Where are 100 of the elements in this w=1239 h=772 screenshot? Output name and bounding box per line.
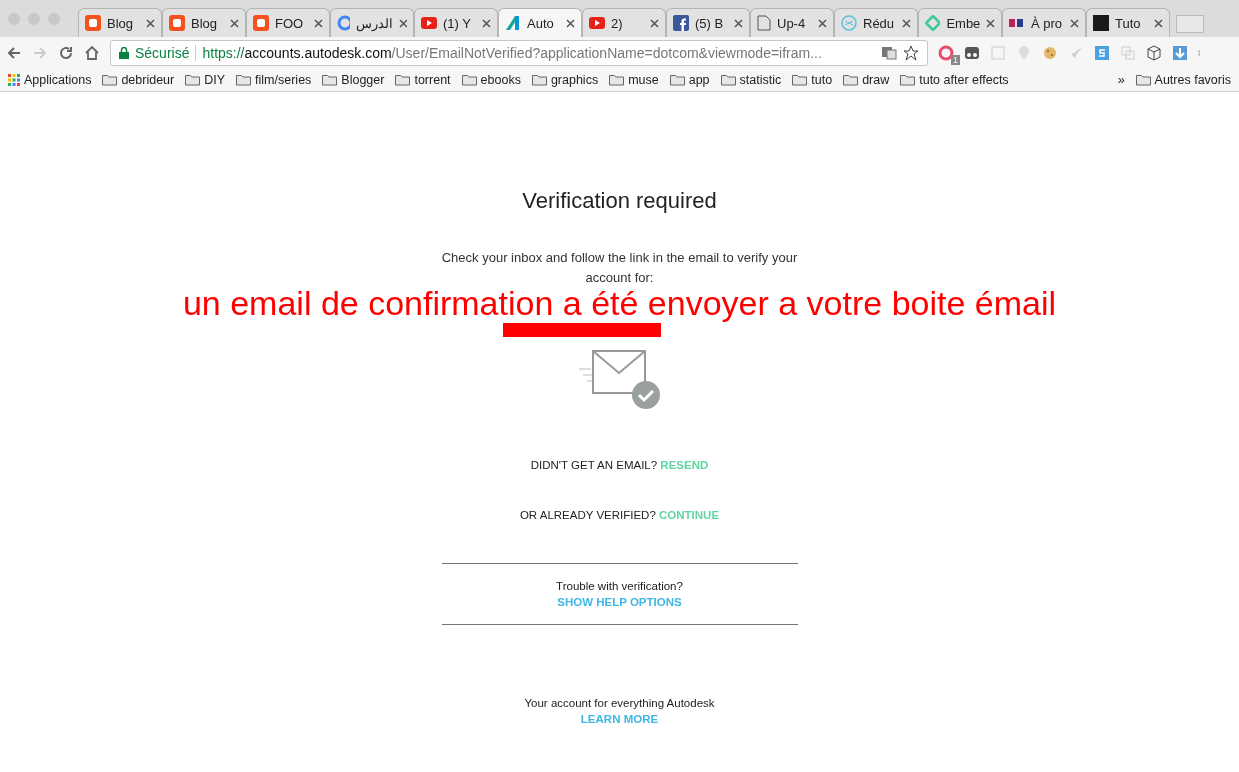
browser-tab[interactable]: À pro [1002,8,1086,37]
s-square-icon[interactable] [1094,45,1110,61]
lock-icon [119,47,129,59]
browser-tab[interactable]: (1) Y [414,8,498,37]
close-icon[interactable] [734,18,743,28]
close-icon[interactable] [650,18,659,28]
folder-icon [1135,74,1151,86]
resend-prompt: DIDN'T GET AN EMAIL? [530,459,658,471]
envelope-check-icon [578,349,661,411]
browser-tab[interactable]: Rédu [834,8,918,37]
folder-icon [900,74,916,86]
page-title: Verification required [522,188,717,214]
close-icon[interactable] [399,18,407,28]
blogger-icon [85,15,101,31]
tab-title: 2) [611,15,624,31]
bookmark[interactable]: ebooks [461,73,521,87]
footer-text: Your account for everything Autodesk [524,697,715,709]
address-bar[interactable]: Sécurisé https://accounts.autodesk.com/User/EmailNotVerified?applicationName=dotcom&viewmode=ifram... [110,40,928,66]
url-text: https://accounts.autodesk.com/User/EmailNotVerified?applicationName=dotcom&viewmode=ifram... [202,45,822,61]
tab-title: (5) B [695,15,725,31]
bookmark[interactable]: debrideur [102,73,175,87]
folder-icon [843,74,859,86]
folder-icon [720,74,736,86]
tab-title: الدرس [356,15,394,31]
close-icon[interactable] [566,18,575,28]
tab-title: Tuto [1115,15,1142,31]
browser-tab[interactable]: الدرس [330,8,414,37]
bookmark[interactable]: graphics [531,73,599,87]
bookmark[interactable]: film/series [236,73,312,87]
folder-icon [322,74,338,86]
tab-title: Embe [946,15,981,31]
glasses-icon[interactable] [964,45,980,61]
tab-title: FOO [275,15,305,31]
bookmark[interactable]: statistic [720,73,782,87]
translate-icon[interactable] [881,45,897,61]
folder-icon [395,74,411,86]
reload-icon[interactable] [58,45,74,61]
blogger-icon [169,15,185,31]
cube-icon[interactable] [1146,45,1162,61]
close-icon[interactable] [1070,18,1079,28]
browser-tab[interactable]: Blog [162,8,246,37]
folder-icon [669,74,685,86]
facebook-icon [673,15,689,31]
diamond-icon [925,15,941,31]
bookmark[interactable]: Blogger [322,73,385,87]
close-icon[interactable] [230,18,239,28]
cookie-icon[interactable] [1042,45,1058,61]
browser-tab[interactable]: Tuto [1086,8,1170,37]
folder-icon [185,74,201,86]
tab-title: À pro [1031,15,1064,31]
close-icon[interactable] [146,18,155,28]
tab-title: Auto [527,15,555,31]
browser-tab[interactable]: FOO [246,8,330,37]
page-icon [757,15,771,31]
home-icon[interactable] [84,45,100,61]
play-icon [589,17,605,29]
bookmark[interactable]: torrent [395,73,451,87]
browser-tab[interactable]: Embe [918,8,1002,37]
bookmark[interactable]: draw [843,73,890,87]
extension-icon[interactable] [938,45,954,61]
folder-icon [792,74,808,86]
trouble-text: Trouble with verification? [556,580,683,592]
blogger-icon [253,15,269,31]
apps-grid-icon [8,74,20,86]
bookmark[interactable]: muse [609,73,659,87]
bookmark[interactable]: tuto after effects [900,73,1009,87]
bookmark[interactable]: Applications [8,73,92,87]
folder-icon [461,74,477,86]
triangle-logo-icon [505,15,521,31]
folder-icon [102,74,118,86]
close-icon[interactable] [314,18,323,28]
download-icon[interactable] [1172,45,1188,61]
play-icon [421,17,437,29]
bookmark[interactable]: app [669,73,710,87]
close-icon[interactable] [902,18,911,28]
bookmark[interactable]: tuto [792,73,833,87]
bookmark[interactable]: DIY [185,73,226,87]
tiny-logo-icon [1009,17,1025,29]
instruction-text: Check your inbox and follow the link in the email to verify your account for: [440,249,799,287]
folder-icon [609,74,625,86]
back-icon[interactable] [6,45,22,61]
browser-tab[interactable]: Blog [78,8,162,37]
tab-title: Blog [191,15,219,31]
close-icon[interactable] [482,18,491,28]
more-bookmarks[interactable]: » [1117,73,1125,87]
extension-badge: 1 [951,55,960,65]
browser-tab[interactable]: Auto [498,8,582,37]
tab-title: Up-4 [777,15,807,31]
close-icon[interactable] [1154,18,1163,28]
tab-title: (1) Y [443,15,472,31]
close-icon[interactable] [986,18,995,28]
tab-title: Blog [107,15,135,31]
star-icon[interactable] [903,45,919,61]
browser-tab[interactable]: Up-4 [750,8,834,37]
browser-tab[interactable]: (5) B [666,8,750,37]
folder-icon [531,74,547,86]
close-icon[interactable] [818,18,827,28]
browser-tab[interactable]: 2) [582,8,666,37]
bookmark[interactable]: Autres favoris [1135,73,1231,87]
scissors-icon [841,15,857,31]
